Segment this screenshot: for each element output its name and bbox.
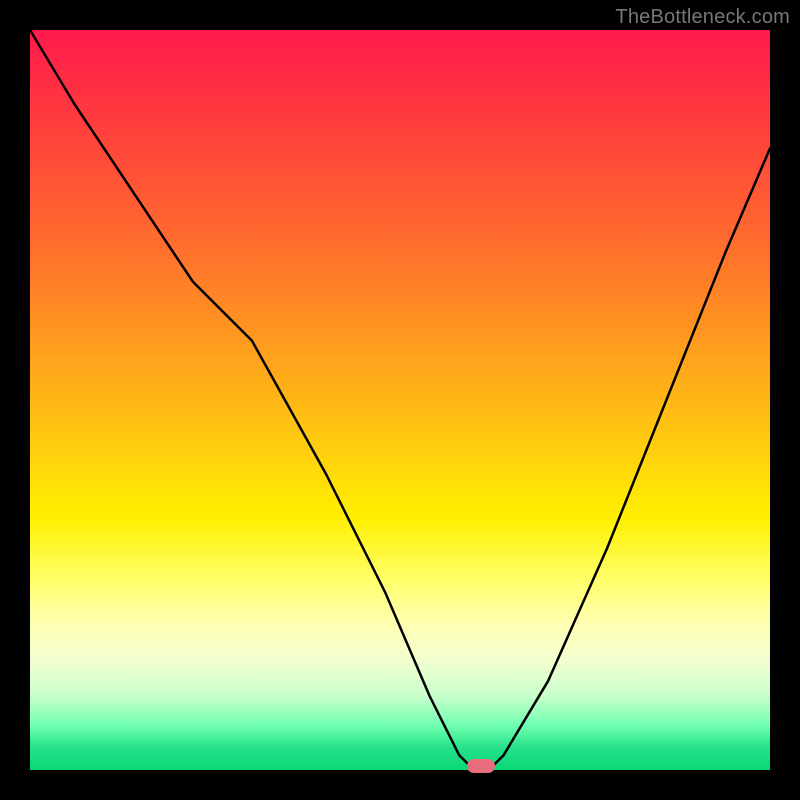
bottleneck-curve: [30, 30, 770, 770]
curve-path: [30, 30, 770, 770]
optimal-marker: [467, 759, 495, 773]
plot-area: [30, 30, 770, 770]
attribution-label: TheBottleneck.com: [615, 6, 790, 29]
chart-frame: TheBottleneck.com: [0, 0, 800, 800]
